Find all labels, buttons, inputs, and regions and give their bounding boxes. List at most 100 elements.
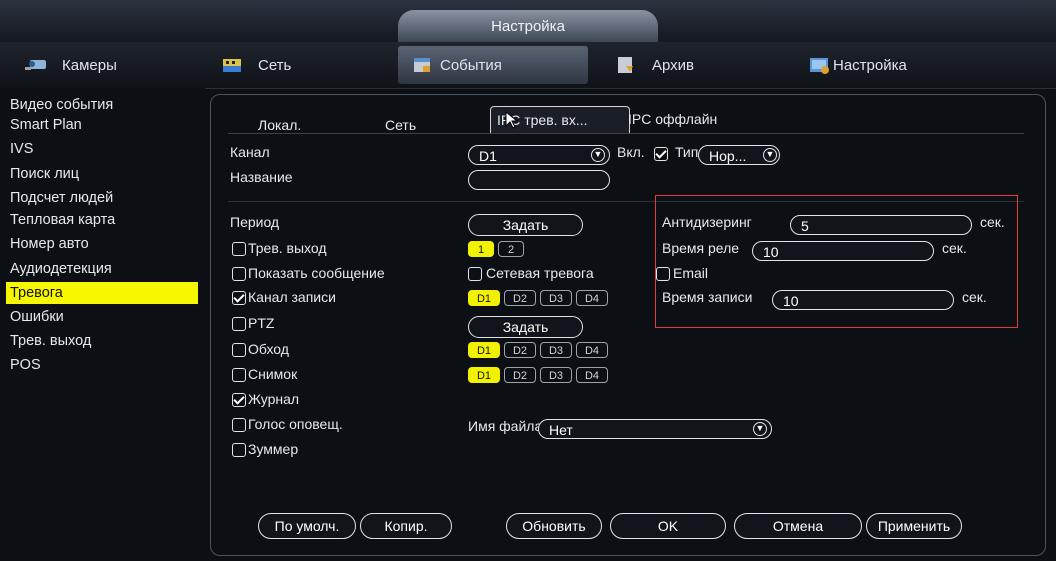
enable-checkbox[interactable]: [654, 147, 668, 161]
type-select[interactable]: Нор... ▼: [698, 145, 780, 165]
record-chip-d4[interactable]: D4: [576, 290, 608, 306]
record-time-label: Время записи: [662, 289, 753, 305]
buzzer-checkbox[interactable]: [232, 443, 246, 457]
sidebar-item-pos[interactable]: POS: [10, 354, 41, 376]
relay-time-unit: сек.: [942, 240, 967, 256]
nav-network[interactable]: Сеть: [218, 46, 368, 84]
antidither-unit: сек.: [980, 214, 1005, 230]
tab-local[interactable]: Локал.: [258, 112, 301, 138]
type-label: Тип: [675, 144, 699, 160]
chevron-down-icon: ▼: [753, 421, 767, 436]
alarm-out-chip-2[interactable]: 2: [498, 241, 524, 257]
net-alarm-checkbox[interactable]: [468, 267, 482, 281]
nav-network-label: Сеть: [258, 56, 292, 74]
nav-archive-label: Архив: [652, 56, 695, 74]
cancel-button[interactable]: Отмена: [734, 513, 862, 539]
alarm-out-checkbox[interactable]: [232, 242, 246, 256]
nav-settings[interactable]: Настройка: [805, 46, 985, 84]
relay-time-value: 10: [763, 244, 779, 260]
tour-chip-d1[interactable]: D1: [468, 342, 500, 358]
nav-archive[interactable]: Архив: [612, 46, 762, 84]
name-input[interactable]: [468, 170, 610, 190]
record-channel-label: Канал записи: [248, 289, 336, 305]
sidebar-item-video-events[interactable]: Видео события: [10, 94, 113, 116]
record-time-input[interactable]: 10: [772, 290, 954, 310]
sidebar-item-ivs[interactable]: IVS: [10, 138, 33, 160]
record-chip-d1[interactable]: D1: [468, 290, 500, 306]
antidither-input[interactable]: 5: [790, 215, 972, 235]
show-message-checkbox[interactable]: [232, 267, 246, 281]
ptz-checkbox[interactable]: [232, 317, 246, 331]
title-bar: Настройка: [0, 0, 1056, 43]
record-channel-checkbox[interactable]: [232, 291, 246, 305]
relay-time-input[interactable]: 10: [752, 241, 934, 261]
log-checkbox[interactable]: [232, 393, 246, 407]
antidither-value: 5: [801, 218, 809, 234]
sidebar-item-heat-map[interactable]: Тепловая карта: [10, 209, 115, 231]
buzzer-label: Зуммер: [248, 441, 299, 457]
tab-network[interactable]: Сеть: [385, 112, 416, 138]
snapshot-chip-d3[interactable]: D3: [540, 367, 572, 383]
filename-select[interactable]: Нет ▼: [538, 419, 772, 439]
alarm-out-label: Трев. выход: [248, 240, 327, 256]
record-chip-d3[interactable]: D3: [540, 290, 572, 306]
network-icon: [218, 54, 246, 76]
channel-select[interactable]: D1 ▼: [468, 145, 610, 165]
default-button[interactable]: По умолч.: [258, 513, 356, 539]
period-set-button[interactable]: Задать: [468, 214, 583, 236]
record-chip-d2[interactable]: D2: [504, 290, 536, 306]
type-value: Нор...: [709, 148, 747, 164]
filename-label: Имя файла: [468, 418, 543, 434]
nav-cameras-label: Камеры: [62, 56, 117, 74]
log-label: Журнал: [248, 391, 300, 407]
snapshot-chip-d1[interactable]: D1: [468, 367, 500, 383]
sidebar-item-alarm[interactable]: Тревога: [6, 282, 198, 304]
sidebar-item-people-count[interactable]: Подсчет людей: [10, 187, 113, 209]
relay-time-label: Время реле: [662, 240, 740, 256]
tour-chip-d3[interactable]: D3: [540, 342, 572, 358]
mouse-cursor-icon: [505, 110, 519, 129]
alarm-out-chip-1[interactable]: 1: [468, 241, 494, 257]
show-message-label: Показать сообщение: [248, 265, 385, 281]
channel-label: Канал: [230, 144, 270, 160]
tab-ipc-offline[interactable]: IPC оффлайн: [628, 106, 717, 132]
tour-checkbox[interactable]: [232, 343, 246, 357]
voice-checkbox[interactable]: [232, 418, 246, 432]
nav-events[interactable]: События: [398, 46, 588, 84]
period-label: Период: [230, 214, 280, 230]
sidebar-item-plate[interactable]: Номер авто: [10, 233, 89, 255]
snapshot-chip-d4[interactable]: D4: [576, 367, 608, 383]
chevron-down-icon: ▼: [763, 147, 777, 162]
nav-events-label: События: [440, 56, 502, 74]
ok-button[interactable]: OK: [610, 513, 726, 539]
settings-icon: [805, 54, 833, 76]
snapshot-checkbox[interactable]: [232, 368, 246, 382]
name-label: Название: [230, 169, 293, 185]
nav-cameras[interactable]: Камеры: [22, 46, 172, 84]
antidither-label: Антидизеринг: [662, 214, 752, 230]
refresh-button[interactable]: Обновить: [506, 513, 602, 539]
archive-icon: [612, 54, 640, 76]
sidebar-item-face-search[interactable]: Поиск лиц: [10, 163, 79, 185]
tab-divider: [228, 133, 1024, 134]
events-icon: [408, 54, 436, 76]
sidebar-item-audio[interactable]: Аудиодетекция: [10, 258, 112, 280]
snapshot-chip-d2[interactable]: D2: [504, 367, 536, 383]
record-time-unit: сек.: [962, 289, 987, 305]
sidebar-item-alarm-out[interactable]: Трев. выход: [10, 330, 91, 352]
filename-value: Нет: [549, 422, 573, 438]
chevron-down-icon: ▼: [591, 147, 605, 162]
camera-icon: [22, 54, 50, 76]
copy-button[interactable]: Копир.: [360, 513, 452, 539]
sidebar-item-smart-plan[interactable]: Smart Plan: [10, 114, 82, 136]
tour-chip-d4[interactable]: D4: [576, 342, 608, 358]
tour-label: Обход: [248, 341, 289, 357]
channel-value: D1: [479, 148, 497, 164]
nav-settings-label: Настройка: [833, 56, 907, 74]
sidebar-item-errors[interactable]: Ошибки: [10, 306, 64, 328]
tour-chip-d2[interactable]: D2: [504, 342, 536, 358]
window-title: Настройка: [398, 10, 658, 42]
snapshot-label: Снимок: [248, 366, 298, 382]
ptz-set-button[interactable]: Задать: [468, 316, 583, 338]
apply-button[interactable]: Применить: [866, 513, 962, 539]
